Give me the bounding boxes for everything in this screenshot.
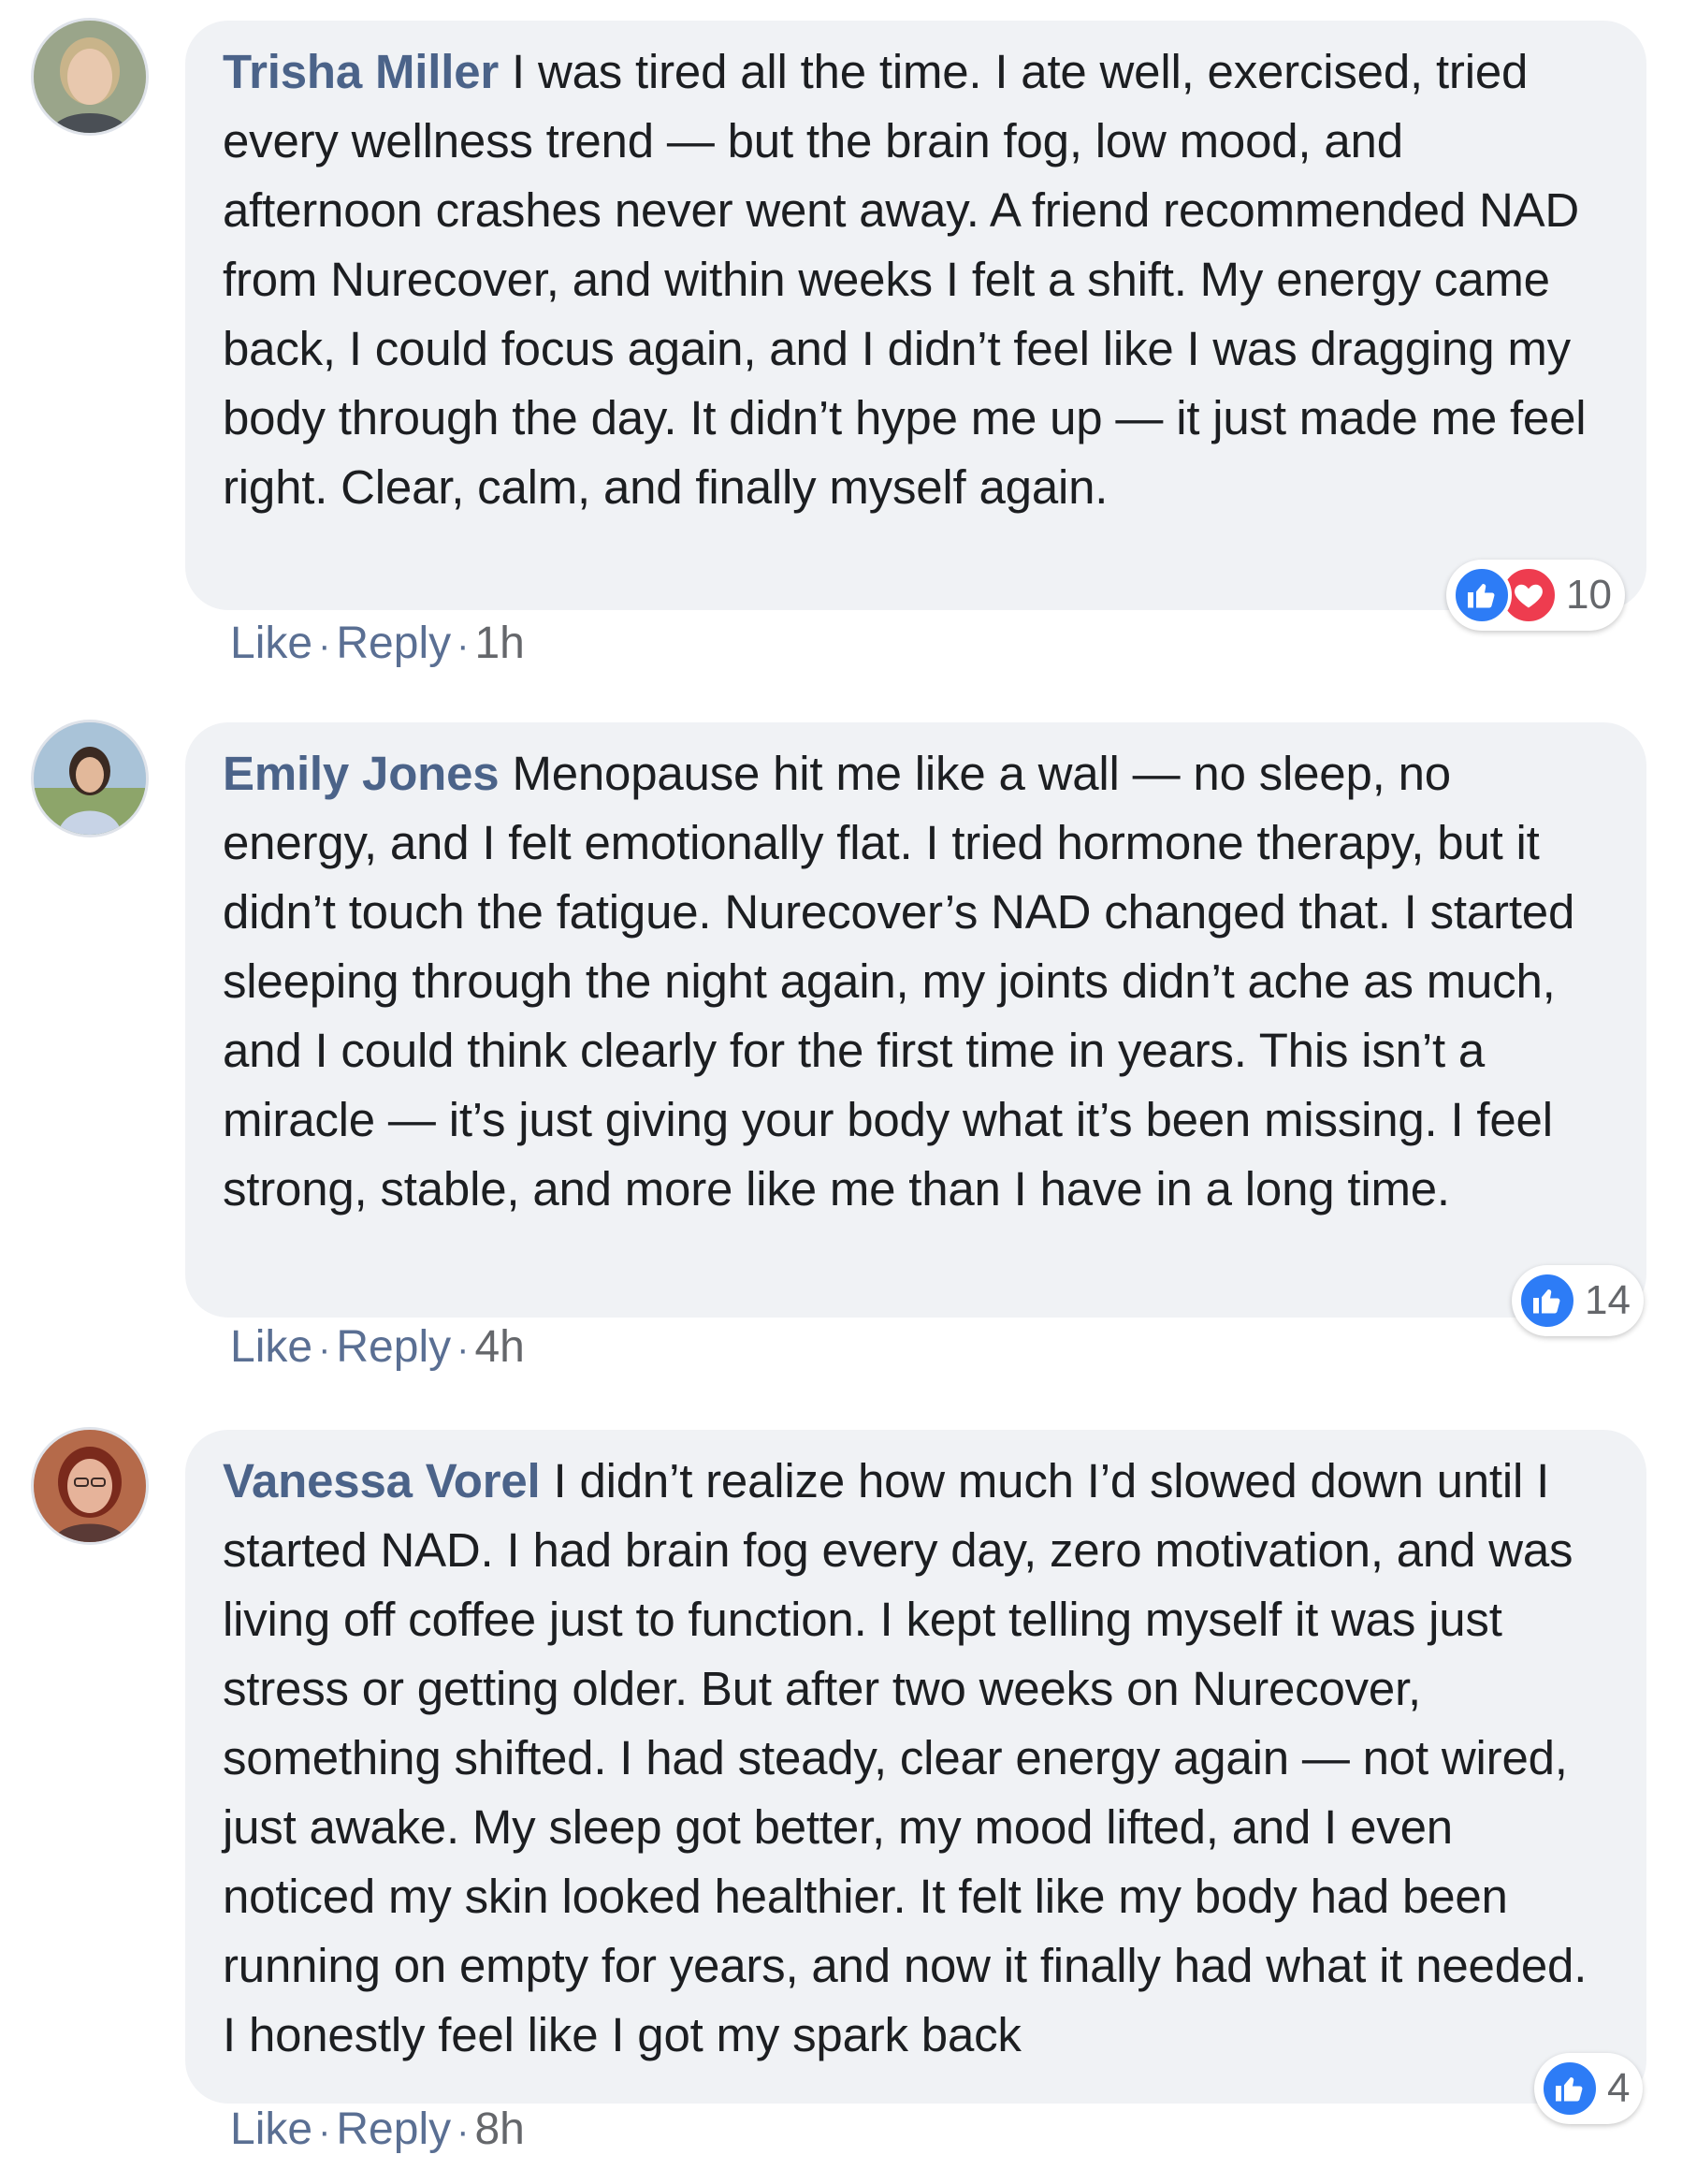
reply-link[interactable]: Reply (336, 1322, 451, 1372)
reaction-summary[interactable]: 10 (1446, 560, 1625, 631)
like-icon (1540, 2059, 1600, 2118)
comment-bubble: Emily Jones Menopause hit me like a wall … (185, 722, 1646, 1318)
comment-text: Menopause hit me like a wall — no sleep,… (223, 747, 1575, 1216)
avatar-image (34, 722, 146, 835)
reaction-summary[interactable]: 4 (1534, 2053, 1644, 2124)
comment-bubble: Vanessa Vorel I didn’t realize how much I… (185, 1430, 1646, 2104)
reply-link[interactable]: Reply (336, 2104, 451, 2154)
timestamp[interactable]: 4h (474, 1322, 524, 1372)
separator-dot: · (318, 625, 331, 666)
comment-body: Vanessa Vorel I didn’t realize how much I… (223, 1447, 1609, 2070)
separator-dot: · (318, 2111, 331, 2152)
comment-actions: Like · Reply · 8h (230, 2104, 525, 2155)
comment-body: Trisha Miller I was tired all the time. I… (223, 37, 1609, 522)
avatar[interactable] (34, 1430, 146, 1542)
reaction-count: 10 (1566, 572, 1612, 618)
timestamp[interactable]: 1h (474, 619, 524, 668)
comment-body: Emily Jones Menopause hit me like a wall … (223, 739, 1609, 1224)
reaction-count: 14 (1585, 1277, 1631, 1323)
like-link[interactable]: Like (230, 619, 312, 668)
reaction-summary[interactable]: 14 (1512, 1265, 1644, 1336)
separator-dot: · (318, 1329, 331, 1370)
reaction-count: 4 (1607, 2065, 1631, 2111)
comment-bubble: Trisha Miller I was tired all the time. I… (185, 21, 1646, 610)
comment-actions: Like · Reply · 1h (230, 618, 525, 669)
like-link[interactable]: Like (230, 2104, 312, 2154)
avatar[interactable] (34, 21, 146, 133)
avatar[interactable] (34, 722, 146, 835)
author-name[interactable]: Vanessa Vorel (223, 1454, 541, 1507)
comment-text: I didn’t realize how much I’d slowed dow… (223, 1454, 1588, 2061)
like-icon (1517, 1271, 1577, 1331)
like-link[interactable]: Like (230, 1322, 312, 1372)
separator-dot: · (457, 625, 470, 666)
reply-link[interactable]: Reply (336, 619, 451, 668)
timestamp[interactable]: 8h (474, 2104, 524, 2154)
avatar-image (34, 1430, 146, 1542)
author-name[interactable]: Trisha Miller (223, 45, 499, 98)
author-name[interactable]: Emily Jones (223, 747, 500, 800)
like-icon (1452, 565, 1512, 625)
comment-actions: Like · Reply · 4h (230, 1321, 525, 1373)
comment-text: I was tired all the time. I ate well, ex… (223, 45, 1587, 514)
separator-dot: · (457, 2111, 470, 2152)
avatar-image (34, 21, 146, 133)
separator-dot: · (457, 1329, 470, 1370)
